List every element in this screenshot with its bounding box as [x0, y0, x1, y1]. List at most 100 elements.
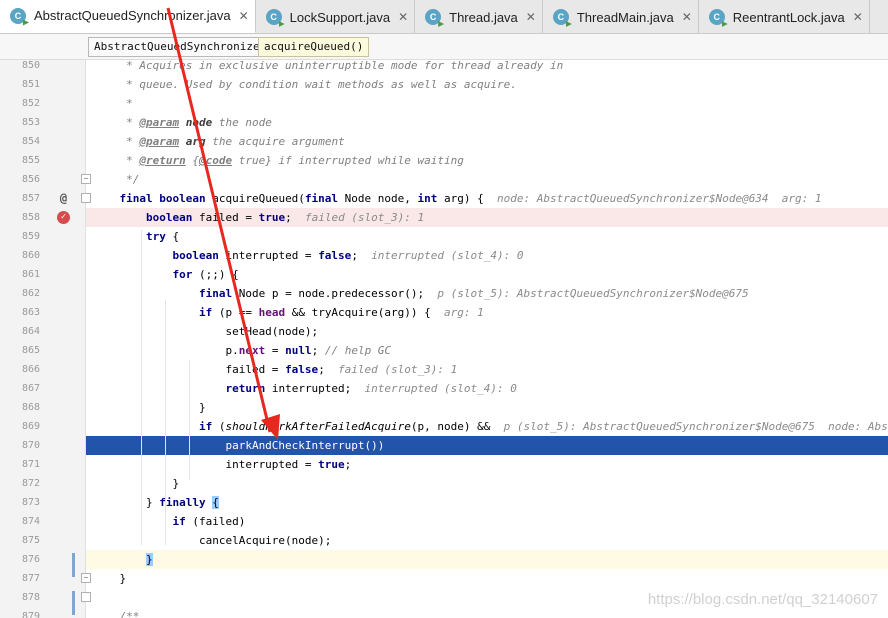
line-number: 862	[21, 288, 40, 299]
line-number: 851	[21, 79, 40, 90]
line-number: 876	[21, 554, 40, 565]
code-token: {	[212, 496, 219, 509]
code-line[interactable]: 851 * queue. Used by condition wait meth…	[0, 75, 888, 94]
code-token: }	[93, 477, 180, 490]
code-token: boolean	[172, 249, 219, 262]
code-line[interactable]: 876 }	[0, 550, 888, 569]
code-line[interactable]: 868 }	[0, 398, 888, 417]
line-number: 852	[21, 98, 40, 109]
code-token: ;	[344, 458, 352, 471]
close-icon[interactable]: ✕	[853, 10, 863, 24]
code-line[interactable]: 875 cancelAcquire(node);	[0, 531, 888, 550]
code-token: (failed)	[185, 515, 246, 528]
code-text: * @param arg the acquire argument	[93, 132, 345, 151]
code-token: next	[238, 344, 266, 357]
code-token: final	[304, 192, 339, 205]
close-icon[interactable]: ✕	[239, 9, 249, 23]
fold-icon[interactable]: −	[81, 573, 91, 583]
editor-tab[interactable]: C Thread.java ✕	[415, 0, 543, 33]
breadcrumb-method[interactable]: acquireQueued()	[258, 37, 370, 57]
code-token: if	[172, 515, 186, 528]
code-line[interactable]: 858 boolean failed = true; failed (slot_…	[0, 208, 888, 227]
editor-tab-label: ThreadMain.java	[576, 9, 674, 25]
debug-inline-value: failed (slot_3): 1	[338, 363, 458, 376]
code-line[interactable]: 874 if (failed)	[0, 512, 888, 531]
java-class-icon: C	[10, 7, 26, 24]
code-token: final boolean	[119, 192, 206, 205]
editor-tab[interactable]: C ThreadMain.java ✕	[543, 0, 699, 33]
breakpoint-icon[interactable]: ✓	[57, 211, 70, 224]
line-number: 872	[21, 478, 40, 489]
code-line[interactable]: 859 try {	[0, 227, 888, 246]
code-token: // help GC	[324, 344, 392, 357]
vcs-change-marker[interactable]	[72, 553, 75, 577]
code-line[interactable]: 872 }	[0, 474, 888, 493]
editor-tab-label: Thread.java	[449, 9, 518, 25]
close-icon[interactable]: ✕	[682, 10, 692, 24]
code-token: if	[198, 306, 213, 319]
close-icon[interactable]: ✕	[398, 10, 408, 24]
editor-tab[interactable]: C LockSupport.java ✕	[256, 0, 416, 33]
code-text: boolean failed = true; failed (slot_3): …	[93, 208, 424, 227]
code-text: try {	[93, 227, 179, 246]
code-token: boolean	[145, 211, 193, 224]
code-line[interactable]: 860 boolean interrupted = false; interru…	[0, 246, 888, 265]
fold-icon[interactable]	[81, 592, 91, 602]
code-editor[interactable]: 850 * Acquires in exclusive uninterrupti…	[0, 60, 888, 618]
code-token: }	[145, 553, 153, 566]
code-text: }	[93, 569, 126, 588]
editor-tab[interactable]: C AbstractQueuedSynchronizer.java ✕	[0, 0, 256, 33]
code-line[interactable]: 861 for (;;) {	[0, 265, 888, 284]
code-line[interactable]: 852 *	[0, 94, 888, 113]
code-token: *	[93, 97, 133, 110]
code-line[interactable]: 863 if (p == head && tryAcquire(arg)) { …	[0, 303, 888, 322]
code-token: parkAndCheckInterrupt())	[93, 439, 385, 452]
line-number: 865	[21, 345, 40, 356]
code-line[interactable]: 871 interrupted = true;	[0, 455, 888, 474]
debug-inline-value: p (slot_5): AbstractQueuedSynchronizer$N…	[503, 420, 888, 433]
code-line[interactable]: 862 final Node p = node.predecessor(); p…	[0, 284, 888, 303]
code-token: @param	[139, 116, 180, 129]
code-text: } finally {	[93, 493, 219, 512]
java-class-icon: C	[425, 9, 442, 25]
code-line[interactable]: 867 return interrupted; interrupted (slo…	[0, 379, 888, 398]
code-line[interactable]: 855 * @return {@code true} if interrupte…	[0, 151, 888, 170]
breadcrumb-class[interactable]: AbstractQueuedSynchronizer	[88, 37, 273, 57]
fold-icon[interactable]: −	[81, 174, 91, 184]
line-number: 874	[21, 516, 40, 527]
code-line[interactable]: 865 p.next = null; // help GC	[0, 341, 888, 360]
code-line[interactable]: 857 final boolean acquireQueued(final No…	[0, 189, 888, 208]
debug-inline-value: p (slot_5): AbstractQueuedSynchronizer$N…	[437, 287, 749, 300]
code-line[interactable]: 870 parkAndCheckInterrupt())	[0, 436, 888, 455]
code-line[interactable]: 873 } finally {	[0, 493, 888, 512]
fold-icon[interactable]	[81, 193, 91, 203]
code-token: =	[265, 344, 286, 357]
code-line[interactable]: 866 failed = false; failed (slot_3): 1	[0, 360, 888, 379]
code-line[interactable]: 869 if (shouldParkAfterFailedAcquire(p, …	[0, 417, 888, 436]
code-token: * Acquires in exclusive uninterruptible …	[93, 60, 564, 72]
code-line[interactable]: 879 /**	[0, 607, 888, 618]
editor-tab-label: ReentrantLock.java	[732, 9, 845, 25]
code-text: /**	[93, 607, 139, 618]
code-token: *	[93, 154, 140, 167]
code-line[interactable]: 854 * @param arg the acquire argument	[0, 132, 888, 151]
debug-inline-value: failed (slot_3): 1	[304, 211, 425, 224]
debug-inline-value: node: AbstractQueuedSynchronizer$Node@63…	[497, 192, 822, 205]
code-line[interactable]: 850 * Acquires in exclusive uninterrupti…	[0, 60, 888, 75]
code-line[interactable]: 853 * @param node the node	[0, 113, 888, 132]
code-token: (;;) {	[192, 268, 239, 281]
close-icon[interactable]: ✕	[526, 10, 536, 24]
code-text: parkAndCheckInterrupt())	[93, 436, 384, 455]
line-number: 875	[21, 535, 40, 546]
code-line[interactable]: 856 */−	[0, 170, 888, 189]
vcs-change-marker[interactable]	[72, 591, 75, 615]
override-marker-icon[interactable]: @	[57, 191, 70, 205]
code-text: * Acquires in exclusive uninterruptible …	[93, 60, 563, 75]
line-number: 866	[21, 364, 40, 375]
code-line[interactable]: 877 } −	[0, 569, 888, 588]
code-line[interactable]: 864 setHead(node);	[0, 322, 888, 341]
editor-tab[interactable]: C ReentrantLock.java ✕	[699, 0, 870, 33]
